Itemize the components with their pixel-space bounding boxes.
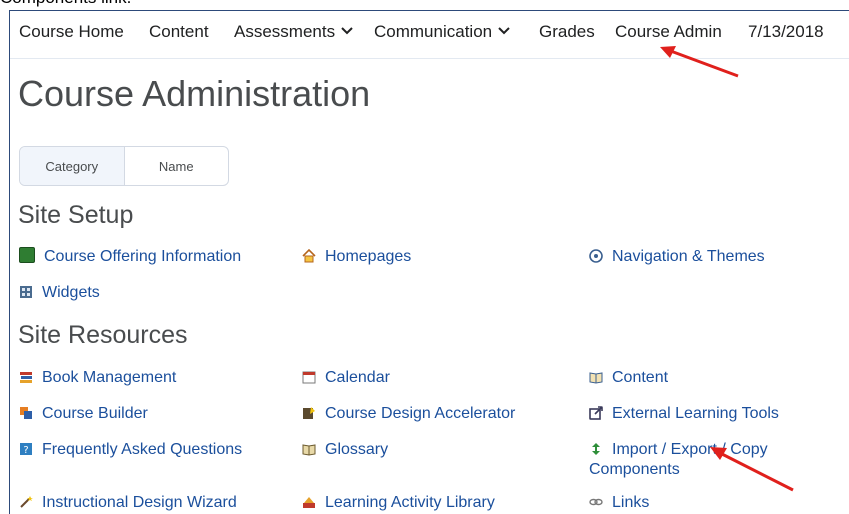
book-green-icon xyxy=(19,247,35,263)
tool-course-design-accelerator[interactable]: Course Design Accelerator xyxy=(302,404,515,424)
nav-content[interactable]: Content xyxy=(149,22,209,42)
tool-label: Links xyxy=(612,494,650,511)
tool-glossary[interactable]: Glossary xyxy=(302,440,388,460)
nav-date[interactable]: 7/13/2018 xyxy=(748,22,824,42)
link-icon xyxy=(589,498,603,506)
caption-text: Components link. xyxy=(0,0,131,8)
tool-widgets[interactable]: Widgets xyxy=(19,283,100,303)
nav-assessments[interactable]: Assessments xyxy=(234,22,353,42)
tool-calendar[interactable]: Calendar xyxy=(302,368,390,388)
tool-import-export-copy-components[interactable]: Import / Export / Copy Components xyxy=(589,440,768,480)
tool-label: Glossary xyxy=(325,441,389,458)
view-toggle: Category Name xyxy=(19,146,229,186)
tool-label: Course Design Accelerator xyxy=(325,405,516,422)
compass-icon xyxy=(589,249,603,263)
import-export-icon xyxy=(592,443,600,455)
tool-label: Learning Activity Library xyxy=(325,494,495,511)
home-icon xyxy=(302,249,316,263)
site-setup-heading: Site Setup xyxy=(18,201,134,229)
chevron-down-icon xyxy=(498,27,510,35)
toggle-category-button[interactable]: Category xyxy=(20,147,125,185)
faq-icon: ? xyxy=(20,443,32,456)
tool-label: Instructional Design Wizard xyxy=(42,494,237,511)
tool-course-offering-information[interactable]: Course Offering Information xyxy=(19,247,241,267)
tool-homepages[interactable]: Homepages xyxy=(302,247,411,267)
tool-label: Course Builder xyxy=(42,405,148,422)
tool-label: Calendar xyxy=(325,369,390,386)
svg-text:?: ? xyxy=(23,445,28,456)
tool-label: Book Management xyxy=(42,369,177,386)
tool-label: Navigation & Themes xyxy=(612,248,765,265)
tool-label: Frequently Asked Questions xyxy=(42,441,243,458)
browser-frame: Course Home Content Assessments Communic… xyxy=(9,10,849,514)
tool-label: Import / Export / Copy xyxy=(612,441,768,458)
accelerator-icon xyxy=(303,407,315,419)
toggle-name-button[interactable]: Name xyxy=(125,147,229,185)
site-resources-heading: Site Resources xyxy=(18,321,188,349)
tool-label: Homepages xyxy=(325,248,412,265)
tool-label: Course Offering Information xyxy=(44,248,242,265)
tool-label: Widgets xyxy=(42,284,100,301)
tool-content[interactable]: Content xyxy=(589,368,668,388)
tool-label: External Learning Tools xyxy=(612,405,779,422)
chevron-down-icon xyxy=(341,27,353,35)
calendar-icon xyxy=(302,371,316,384)
library-icon xyxy=(303,497,315,508)
page-title: Course Administration xyxy=(18,73,371,114)
nav-assessments-label: Assessments xyxy=(234,22,336,41)
nav-grades[interactable]: Grades xyxy=(539,22,595,42)
open-book-icon xyxy=(589,372,603,384)
books-icon xyxy=(20,372,32,383)
wand-icon xyxy=(20,496,33,508)
external-tools-icon xyxy=(589,406,603,420)
tool-label: Content xyxy=(612,369,669,386)
nav-communication[interactable]: Communication xyxy=(374,22,510,42)
nav-course-home[interactable]: Course Home xyxy=(19,22,124,42)
tool-learning-activity-library[interactable]: Learning Activity Library xyxy=(302,493,495,513)
tool-book-management[interactable]: Book Management xyxy=(19,368,176,388)
glossary-icon xyxy=(302,444,316,456)
tool-label-line2: Components xyxy=(589,461,680,478)
tool-links[interactable]: Links xyxy=(589,493,649,513)
nav-course-admin[interactable]: Course Admin xyxy=(615,22,722,42)
screenshot-stage: Components link. Course Home Content Ass… xyxy=(0,0,849,514)
builder-icon xyxy=(20,407,32,419)
tool-instructional-design-wizard[interactable]: Instructional Design Wizard xyxy=(19,493,237,513)
tool-frequently-asked-questions[interactable]: ? Frequently Asked Questions xyxy=(19,440,242,460)
nav-communication-label: Communication xyxy=(374,22,493,41)
tool-external-learning-tools[interactable]: External Learning Tools xyxy=(589,404,779,424)
tool-navigation-themes[interactable]: Navigation & Themes xyxy=(589,247,765,267)
course-navbar: Course Home Content Assessments Communic… xyxy=(10,11,849,59)
widgets-icon xyxy=(20,286,32,298)
tool-course-builder[interactable]: Course Builder xyxy=(19,404,148,424)
